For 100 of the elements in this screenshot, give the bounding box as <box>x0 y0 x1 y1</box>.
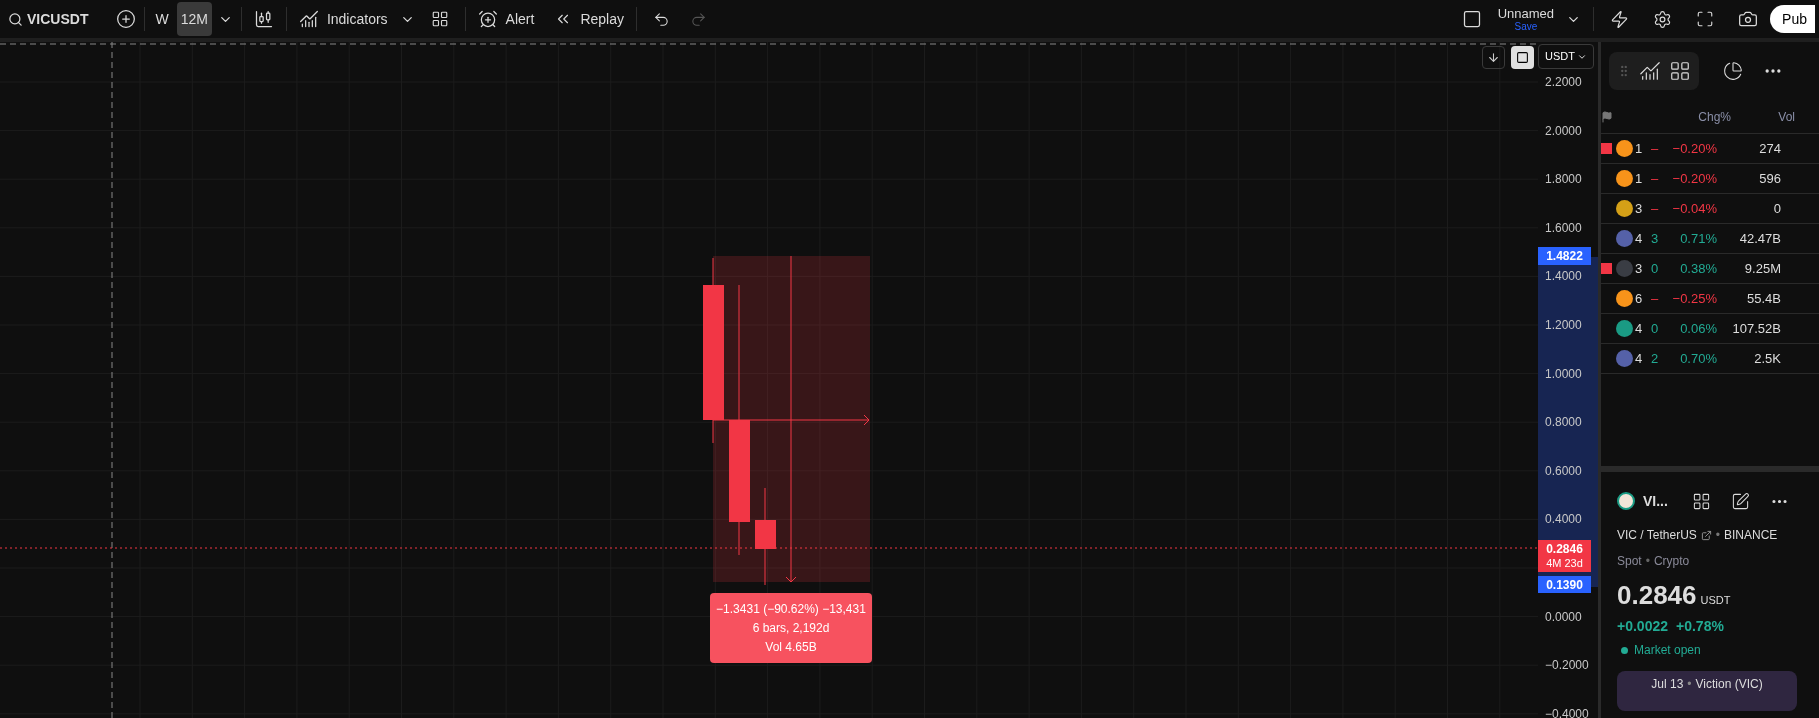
last-price-text: – <box>1651 139 1660 158</box>
volume-text: 9.25M <box>1743 259 1781 278</box>
pie-chart-icon[interactable] <box>1723 61 1743 81</box>
watchlist-row[interactable]: 6 – −0.25% 55.4B <box>1601 284 1819 314</box>
settings-icon[interactable] <box>1653 9 1673 29</box>
external-link-icon[interactable] <box>1700 529 1712 541</box>
alert-button[interactable]: Alert <box>469 8 543 30</box>
change-text: 0.71% <box>1679 229 1717 248</box>
price-axis-label: 1.8000 <box>1545 172 1582 187</box>
lightning-icon[interactable] <box>1610 9 1630 29</box>
arrow-down-icon <box>1487 51 1500 64</box>
symbol-text: 4 <box>1635 319 1644 338</box>
exchange-name: BINANCE <box>1724 527 1778 544</box>
market-status: Market open <box>1634 642 1701 659</box>
auto-scale-button[interactable] <box>1511 46 1534 69</box>
last-price-text: – <box>1651 199 1660 218</box>
change-text: −0.20% <box>1671 139 1717 158</box>
replay-button[interactable]: Replay <box>546 8 632 30</box>
separator-dot: • <box>1687 676 1692 693</box>
separator-dot: • <box>1645 553 1650 570</box>
square-icon[interactable] <box>1461 9 1482 29</box>
measure-range-area[interactable] <box>713 256 870 582</box>
chart-icon <box>298 9 319 29</box>
price-axis-label: 1.0000 <box>1545 366 1582 381</box>
volume-text: 596 <box>1758 169 1781 188</box>
watchlist-row[interactable]: 1 – −0.20% 596 <box>1601 164 1819 194</box>
asset-category: Crypto <box>1653 553 1690 570</box>
symbol-text: 4 <box>1635 229 1644 248</box>
watchlist-row[interactable]: 3 – −0.04% 0 <box>1601 194 1819 224</box>
interval-tab[interactable]: 12M <box>176 2 212 36</box>
symbol-text: 3 <box>1635 199 1644 218</box>
column-header: Vol <box>1777 108 1795 126</box>
square-icon <box>1516 51 1529 64</box>
candlestick-icon[interactable] <box>253 9 274 29</box>
last-price-text: – <box>1651 169 1660 188</box>
camera-icon[interactable] <box>1738 9 1759 29</box>
symbol-text: 1 <box>1635 169 1644 188</box>
last-price-text: 0 <box>1651 259 1660 278</box>
search-icon <box>8 11 23 27</box>
price-axis-label: 2.2000 <box>1545 75 1582 89</box>
current-price: 0.2846 <box>1617 582 1697 608</box>
currency-dropdown[interactable]: USDT <box>1538 44 1594 69</box>
change-text: 0.70% <box>1679 349 1717 368</box>
measure-change: −1.3431 (−90.62%) −13,431 <box>716 600 866 618</box>
market-type: Spot <box>1617 553 1642 570</box>
indicators-button[interactable]: Indicators <box>290 8 396 30</box>
interval-tab[interactable]: W <box>151 2 173 36</box>
change-text: 0.06% <box>1679 319 1717 338</box>
fullscreen-icon[interactable] <box>1696 10 1715 28</box>
news-card[interactable]: Jul 13 • Viction (VIC) <box>1617 671 1797 711</box>
watchlist-row[interactable]: 4 0 0.06% 107.52B <box>1601 314 1819 344</box>
price-axis-label: 1.6000 <box>1545 220 1582 235</box>
last-price-text: 2 <box>1651 349 1660 368</box>
price-axis-label: 0.4000 <box>1545 512 1582 527</box>
change-text: −0.25% <box>1671 289 1717 308</box>
last-price-text: 3 <box>1651 229 1660 248</box>
price-axis-label: 1.4000 <box>1545 269 1582 284</box>
symbol-name: VI... <box>1643 491 1668 511</box>
low-price-tag: 0.1390 <box>1538 576 1591 593</box>
symbol-search-button[interactable]: VICUSDT <box>4 8 93 30</box>
publish-button[interactable]: Pub <box>1770 5 1815 33</box>
scroll-down-button[interactable] <box>1482 46 1505 69</box>
last-price-text: 0 <box>1651 319 1660 338</box>
layout-grid-icon[interactable] <box>1691 491 1711 511</box>
symbol-text: 1 <box>1635 139 1644 158</box>
volume-text: 42.47B <box>1738 229 1781 248</box>
last-price: 0.2846 <box>1546 542 1583 556</box>
price-axis-label: 0.8000 <box>1545 415 1582 430</box>
countdown: 4M 23d <box>1546 556 1583 570</box>
change-text: −0.04% <box>1671 199 1717 218</box>
price-change: +0.0022 <box>1617 617 1668 636</box>
layout-grid-icon[interactable] <box>430 10 449 28</box>
news-title: Viction (VIC) <box>1695 676 1763 693</box>
pair-name: VIC / TetherUS <box>1617 527 1697 544</box>
watchlist-row[interactable]: 4 2 0.70% 2.5K <box>1601 344 1819 374</box>
watchlist-row[interactable]: 3 0 0.38% 9.25M <box>1601 254 1819 284</box>
undo-icon[interactable] <box>653 10 670 28</box>
price-change-percent: +0.78% <box>1676 617 1724 636</box>
last-price-text: – <box>1651 289 1660 308</box>
high-price-tag: 1.4822 <box>1538 247 1591 265</box>
layout-name-button[interactable]: Unnamed Save <box>1493 6 1559 32</box>
change-text: 0.38% <box>1679 259 1717 278</box>
change-text: −0.20% <box>1671 169 1717 188</box>
price-axis-label: −0.4000 <box>1545 706 1589 718</box>
volume-text: 2.5K <box>1753 349 1781 368</box>
column-header: Chg% <box>1697 108 1731 126</box>
price-currency: USDT <box>1700 592 1731 608</box>
volume-text: 274 <box>1758 139 1781 158</box>
watchlist-row[interactable]: 4 3 0.71% 42.47B <box>1601 224 1819 254</box>
watchlist-row[interactable]: 1 – −0.20% 274 <box>1601 134 1819 164</box>
measure-volume: Vol 4.65B <box>765 638 817 656</box>
symbol-text: 3 <box>1635 259 1644 278</box>
price-axis-label: 1.2000 <box>1545 318 1582 332</box>
coin-icon <box>1617 492 1635 510</box>
price-axis-label: 0.0000 <box>1545 609 1582 624</box>
price-axis-label: 2.0000 <box>1545 123 1582 138</box>
volume-text: 0 <box>1772 199 1781 218</box>
separator-dot: • <box>1715 527 1720 544</box>
volume-text: 55.4B <box>1746 289 1781 308</box>
edit-icon[interactable] <box>1730 491 1750 511</box>
